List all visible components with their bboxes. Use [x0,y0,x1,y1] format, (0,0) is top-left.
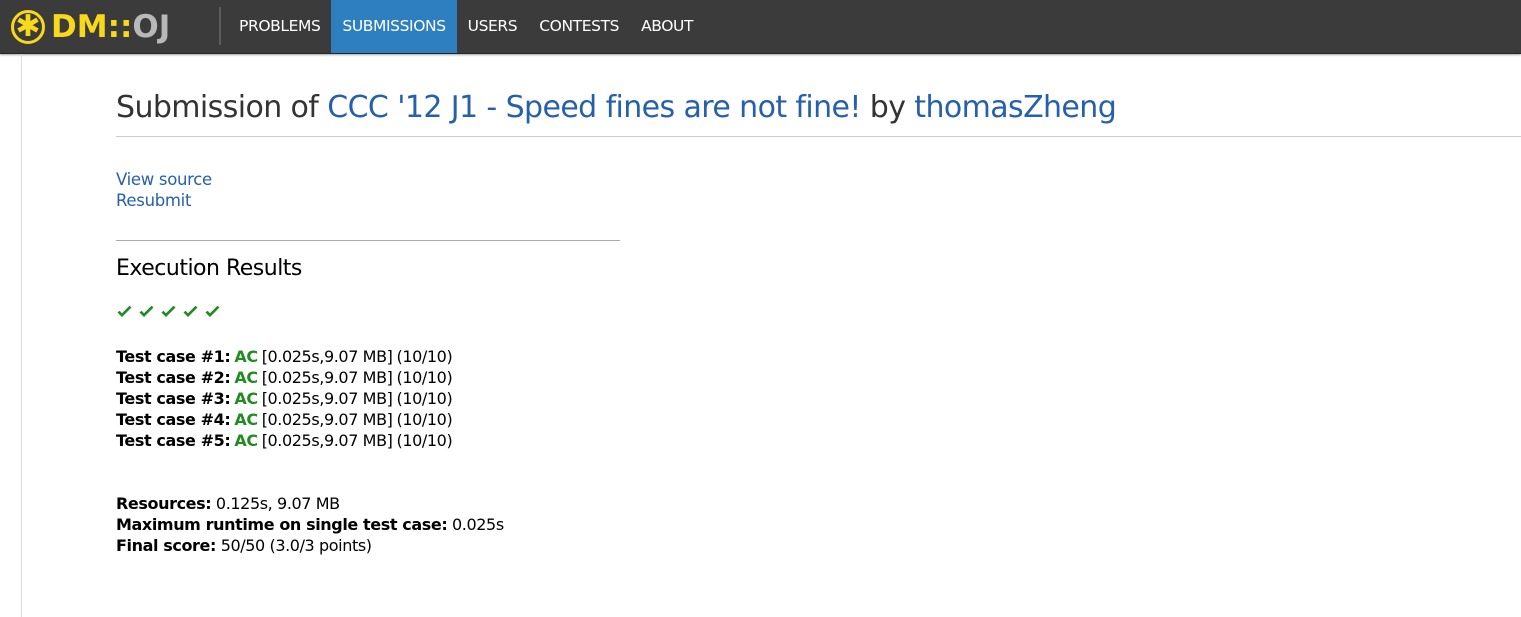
problem-link[interactable]: CCC '12 J1 - Speed fines are not fine! [327,90,861,125]
check-icon [161,305,176,317]
top-navbar: ✱ DM::OJ PROBLEMS SUBMISSIONS USERS CONT… [0,0,1521,54]
test-case-row: Test case #2: AC [0.025s,9.07 MB] (10/10) [116,367,453,388]
test-case-status: AC [234,389,258,408]
nav-divider [219,7,221,45]
nav-item-users[interactable]: USERS [457,0,529,53]
check-icon [183,305,198,317]
check-icon [117,305,132,317]
logo-asterisk-icon: ✱ [11,10,45,44]
nav-item-submissions[interactable]: SUBMISSIONS [331,0,457,53]
test-case-label: Test case #3: [116,389,231,408]
logo-separator: :: [107,8,133,45]
final-score-value: 50/50 (3.0/3 points) [220,536,372,555]
resources-value: 0.125s, 9.07 MB [215,494,340,513]
test-case-row: Test case #4: AC [0.025s,9.07 MB] (10/10) [116,409,453,430]
test-case-check-icons [116,304,221,320]
test-case-label: Test case #2: [116,368,231,387]
nav-item-problems[interactable]: PROBLEMS [228,0,331,53]
title-prefix: Submission of [116,90,319,125]
submission-actions: View source Resubmit [116,169,212,211]
left-border-rule [21,54,22,617]
resources-row: Resources: 0.125s, 9.07 MB [116,493,504,514]
max-runtime-value: 0.025s [452,515,504,534]
test-case-points: (10/10) [396,368,453,387]
max-runtime-label: Maximum runtime on single test case: [116,515,448,534]
test-case-status: AC [234,431,258,450]
test-case-resources: [0.025s,9.07 MB] [261,389,393,408]
final-score-row: Final score: 50/50 (3.0/3 points) [116,535,504,556]
test-case-status: AC [234,410,258,429]
test-case-label: Test case #5: [116,431,231,450]
test-case-points: (10/10) [396,389,453,408]
execution-results-heading: Execution Results [116,256,302,281]
site-logo[interactable]: ✱ DM::OJ [11,4,170,50]
logo-dm: DM [51,8,108,45]
test-case-row: Test case #1: AC [0.025s,9.07 MB] (10/10) [116,346,453,367]
nav-item-about[interactable]: ABOUT [630,0,704,53]
test-case-points: (10/10) [396,410,453,429]
test-case-label: Test case #4: [116,410,231,429]
view-source-link[interactable]: View source [116,169,212,190]
page-title: Submission of CCC '12 J1 - Speed fines a… [116,88,1521,128]
test-case-row: Test case #5: AC [0.025s,9.07 MB] (10/10) [116,430,453,451]
test-case-resources: [0.025s,9.07 MB] [261,368,393,387]
user-link[interactable]: thomasZheng [914,90,1116,125]
nav-item-contests[interactable]: CONTESTS [528,0,630,53]
title-by: by [869,90,906,125]
check-icon [205,305,220,317]
test-case-resources: [0.025s,9.07 MB] [261,347,393,366]
test-case-list: Test case #1: AC [0.025s,9.07 MB] (10/10) T… [116,346,453,451]
main-nav: PROBLEMS SUBMISSIONS USERS CONTESTS ABOU… [228,0,704,53]
test-case-points: (10/10) [396,431,453,450]
results-divider [116,240,620,241]
test-case-status: AC [234,368,258,387]
final-score-label: Final score: [116,536,216,555]
resources-label: Resources: [116,494,212,513]
submission-summary: Resources: 0.125s, 9.07 MB Maximum runti… [116,493,504,556]
test-case-resources: [0.025s,9.07 MB] [261,431,393,450]
logo-oj: OJ [132,8,171,45]
logo-text: DM::OJ [51,8,171,45]
resubmit-link[interactable]: Resubmit [116,190,212,211]
test-case-row: Test case #3: AC [0.025s,9.07 MB] (10/10) [116,388,453,409]
title-divider [116,136,1521,137]
test-case-status: AC [234,347,258,366]
test-case-resources: [0.025s,9.07 MB] [261,410,393,429]
test-case-label: Test case #1: [116,347,231,366]
max-runtime-row: Maximum runtime on single test case: 0.0… [116,514,504,535]
test-case-points: (10/10) [396,347,453,366]
check-icon [139,305,154,317]
